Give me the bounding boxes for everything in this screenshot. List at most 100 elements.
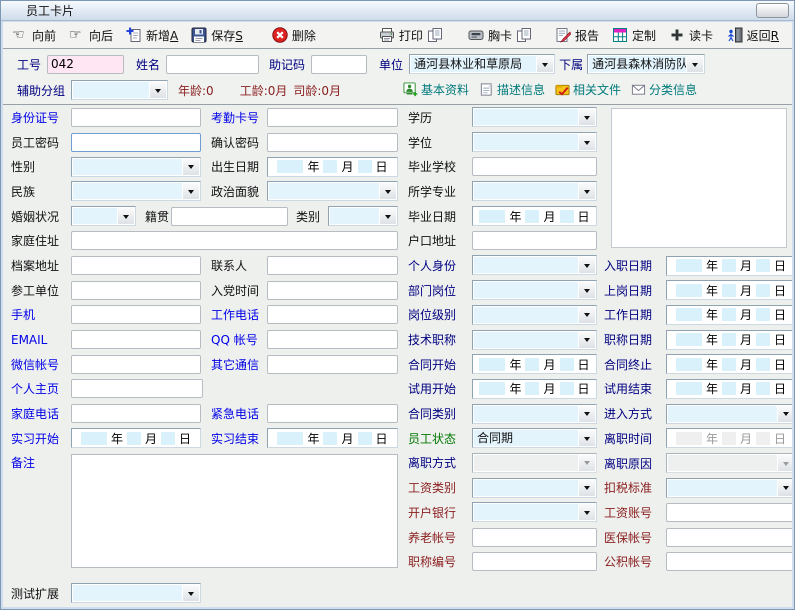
salary-acct-input[interactable]: [666, 503, 792, 522]
chevron-down-icon[interactable]: [579, 134, 595, 150]
home-phone-input[interactable]: [71, 404, 201, 423]
category-combo[interactable]: [328, 206, 398, 226]
grad-date-date-input[interactable]: 年月日: [472, 206, 597, 226]
chevron-down-icon[interactable]: [380, 208, 396, 224]
dept-pos-combo[interactable]: [472, 280, 597, 300]
ethnicity-combo[interactable]: [71, 181, 201, 201]
toolbar-item-return[interactable]: 返回R: [724, 26, 782, 45]
photo-box[interactable]: [611, 108, 787, 248]
chevron-down-icon[interactable]: [380, 183, 396, 199]
unit-combo[interactable]: 通河县林业和草原局: [409, 54, 555, 74]
archive-address-input[interactable]: [71, 256, 201, 275]
title-date-date-input[interactable]: 年月日: [666, 330, 792, 350]
toolbar-item-prev[interactable]: ☜向前: [9, 26, 59, 45]
homepage-input[interactable]: [71, 379, 203, 398]
test-extension-combo[interactable]: [71, 583, 201, 603]
school-input[interactable]: [472, 157, 597, 176]
hire-date-date-input[interactable]: 年月日: [666, 256, 792, 276]
trial-start-date-input[interactable]: 年月日: [472, 379, 597, 399]
name-input[interactable]: [166, 55, 259, 74]
emergency-phone-input[interactable]: [267, 404, 398, 423]
confirm-password-input[interactable]: [267, 133, 398, 152]
tab-related-files[interactable]: 相关文件: [555, 81, 621, 98]
chevron-down-icon[interactable]: [687, 56, 703, 72]
chevron-down-icon[interactable]: [579, 183, 595, 199]
contract-type-combo[interactable]: [472, 404, 597, 424]
toolbar-item-print[interactable]: 打印: [376, 26, 446, 45]
birth-date-input[interactable]: 年月日: [267, 157, 398, 177]
preview-pages-icon[interactable]: [516, 27, 532, 43]
password-input[interactable]: [71, 133, 201, 152]
toolbar-item-report[interactable]: 报告: [552, 26, 602, 45]
chevron-down-icon[interactable]: [778, 480, 792, 496]
other-comm-input[interactable]: [267, 355, 398, 374]
toolbar-item-next[interactable]: ☞向后: [66, 26, 116, 45]
chevron-down-icon[interactable]: [579, 307, 595, 323]
chevron-down-icon[interactable]: [118, 208, 134, 224]
contact-input[interactable]: [267, 256, 398, 275]
id-card-input[interactable]: [71, 108, 201, 127]
intern-start-date-input[interactable]: 年月日: [71, 428, 201, 448]
tab-basic-info[interactable]: 基本资料: [403, 81, 469, 98]
mobile-input[interactable]: [71, 305, 201, 324]
chevron-down-icon[interactable]: [579, 480, 595, 496]
major-combo[interactable]: [472, 181, 597, 201]
first-unit-input[interactable]: [71, 281, 201, 300]
emp-id-input[interactable]: [47, 55, 124, 74]
toolbar-item-save[interactable]: 保存S: [188, 26, 246, 45]
chevron-down-icon[interactable]: [579, 406, 595, 422]
qq-input[interactable]: [267, 330, 398, 349]
chevron-down-icon[interactable]: [579, 109, 595, 125]
party-date-input[interactable]: [267, 281, 398, 300]
salary-type-combo[interactable]: [472, 478, 597, 498]
contract-end-date-input[interactable]: 年月日: [666, 354, 792, 374]
attendance-card-input[interactable]: [267, 108, 398, 127]
email-input[interactable]: [71, 330, 201, 349]
chevron-down-icon[interactable]: [579, 504, 595, 520]
close-button[interactable]: [756, 3, 789, 18]
toolbar-item-delete[interactable]: 删除: [269, 26, 319, 45]
contract-start-date-input[interactable]: 年月日: [472, 354, 597, 374]
fund-acct-input[interactable]: [666, 552, 792, 571]
politics-combo[interactable]: [267, 181, 398, 201]
sub-unit-combo[interactable]: 通河县森林消防队: [587, 54, 705, 74]
gender-combo[interactable]: [71, 157, 201, 177]
wechat-input[interactable]: [71, 355, 201, 374]
tab-describe-info[interactable]: 描述信息: [479, 81, 545, 98]
home-address-input[interactable]: [71, 231, 398, 250]
toolbar-item-readcard[interactable]: 读卡: [666, 26, 716, 45]
pension-acct-input[interactable]: [472, 528, 597, 547]
aux-group-combo[interactable]: [71, 80, 168, 100]
chevron-down-icon[interactable]: [150, 82, 166, 98]
identity-combo[interactable]: [472, 255, 597, 275]
chevron-down-icon[interactable]: [778, 406, 792, 422]
chevron-down-icon[interactable]: [579, 430, 595, 446]
edu-combo[interactable]: [472, 107, 597, 127]
toolbar-item-customize[interactable]: 定制: [609, 26, 659, 45]
remarks-textarea[interactable]: [71, 454, 398, 568]
bank-combo[interactable]: [472, 502, 597, 522]
chevron-down-icon[interactable]: [183, 183, 199, 199]
tab-classify-info[interactable]: 分类信息: [631, 81, 697, 98]
chevron-down-icon[interactable]: [579, 257, 595, 273]
trial-end-date-input[interactable]: 年月日: [666, 379, 792, 399]
medical-acct-input[interactable]: [666, 528, 792, 547]
toolbar-item-badge[interactable]: 胸卡: [465, 26, 535, 45]
entry-way-combo[interactable]: [666, 404, 792, 424]
pos-level-combo[interactable]: [472, 305, 597, 325]
onduty-date-date-input[interactable]: 年月日: [666, 280, 792, 300]
work-phone-input[interactable]: [267, 305, 398, 324]
hukou-input[interactable]: [472, 231, 597, 250]
title-no-input[interactable]: [472, 552, 597, 571]
marital-combo[interactable]: [71, 206, 136, 226]
mnemonic-input[interactable]: [311, 55, 367, 74]
preview-pages-icon[interactable]: [427, 27, 443, 43]
chevron-down-icon[interactable]: [579, 332, 595, 348]
intern-end-date-input[interactable]: 年月日: [267, 428, 398, 448]
tech-title-combo[interactable]: [472, 330, 597, 350]
degree-combo[interactable]: [472, 132, 597, 152]
toolbar-item-add[interactable]: 新增A: [123, 26, 181, 45]
tax-std-combo[interactable]: [666, 478, 792, 498]
emp-status-combo[interactable]: 合同期: [472, 428, 597, 448]
chevron-down-icon[interactable]: [579, 282, 595, 298]
